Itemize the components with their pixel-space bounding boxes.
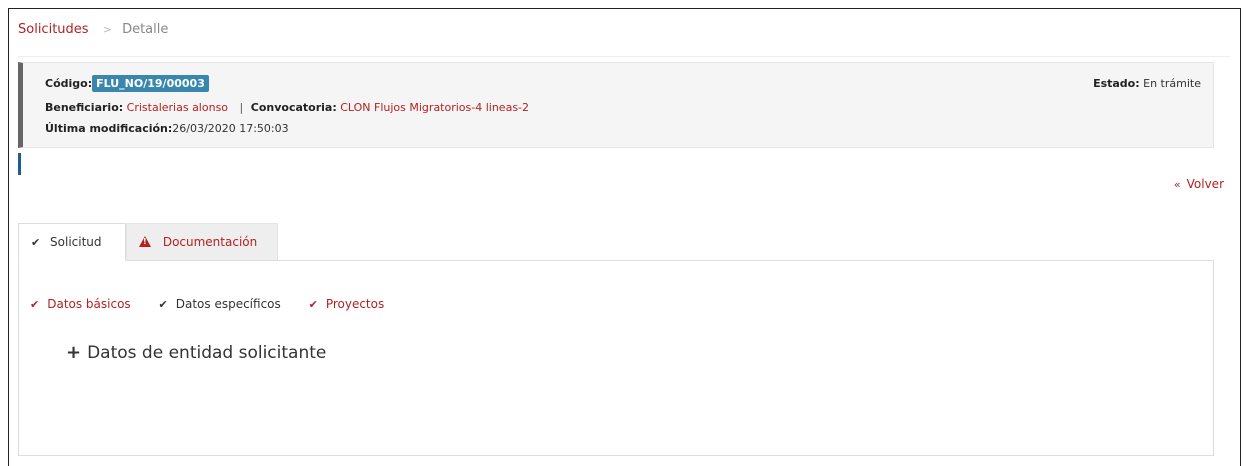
subnav-item-label: Proyectos bbox=[325, 297, 385, 311]
breadcrumb-current: Detalle bbox=[122, 22, 169, 37]
beneficiario-label: Beneficiario: bbox=[45, 101, 124, 114]
section-title: Datos de entidad solicitante bbox=[87, 343, 327, 363]
check-icon: ✔ bbox=[31, 236, 41, 249]
check-icon: ✔ bbox=[30, 298, 40, 311]
check-icon: ✔ bbox=[308, 298, 318, 311]
modificacion-label: Última modificación: bbox=[45, 122, 173, 135]
plus-icon: + bbox=[66, 342, 82, 363]
breadcrumb-separator: > bbox=[102, 23, 112, 36]
field-separator: | bbox=[239, 101, 244, 114]
volver-link[interactable]: « Volver bbox=[1174, 177, 1224, 191]
request-summary-panel: Código: FLU_NO/19/00003 Estado: En trámit… bbox=[18, 62, 1214, 148]
section-subnav: ✔ Datos básicos ✔ Datos específicos ✔ Proye… bbox=[30, 297, 408, 311]
subnav-datos-especificos[interactable]: ✔ Datos específicos bbox=[159, 297, 281, 311]
estado-status: Estado: En trámite bbox=[1093, 77, 1201, 90]
tab-solicitud-label: Solicitud bbox=[50, 235, 102, 249]
breadcrumb-divider bbox=[18, 56, 1230, 57]
beneficiario-link[interactable]: Cristalerias alonso bbox=[127, 101, 228, 114]
subnav-proyectos[interactable]: ✔ Proyectos bbox=[309, 297, 385, 311]
convocatoria-label: Convocatoria: bbox=[250, 101, 337, 114]
estado-value: En trámite bbox=[1143, 77, 1201, 90]
codigo-badge: FLU_NO/19/00003 bbox=[92, 75, 209, 92]
modificacion-row: Última modificación:26/03/2020 17:50:03 bbox=[45, 122, 289, 135]
warning-icon bbox=[139, 236, 151, 247]
breadcrumb-solicitudes-link[interactable]: Solicitudes bbox=[18, 22, 89, 37]
convocatoria-link[interactable]: CLON Flujos Migratorios-4 lineas-2 bbox=[340, 101, 529, 114]
codigo-label: Código: bbox=[45, 77, 93, 90]
entity-section-toggle[interactable]: + Datos de entidad solicitante bbox=[66, 342, 326, 363]
tab-solicitud[interactable]: ✔ Solicitud bbox=[18, 223, 126, 261]
beneficiario-row: Beneficiario: Cristalerias alonso | Conv… bbox=[45, 101, 529, 114]
check-icon: ✔ bbox=[158, 298, 168, 311]
modificacion-value: 26/03/2020 17:50:03 bbox=[172, 122, 289, 135]
tab-documentacion[interactable]: Documentación bbox=[126, 223, 278, 261]
subnav-item-label: Datos básicos bbox=[47, 297, 131, 311]
tab-documentacion-label: Documentación bbox=[162, 235, 258, 249]
subnav-item-label: Datos específicos bbox=[175, 297, 281, 311]
codigo-row: Código: FLU_NO/19/00003 bbox=[45, 75, 209, 92]
volver-label: Volver bbox=[1186, 177, 1224, 191]
subnav-datos-basicos[interactable]: ✔ Datos básicos bbox=[30, 297, 131, 311]
estado-label: Estado: bbox=[1093, 77, 1140, 90]
breadcrumb: Solicitudes > Detalle bbox=[18, 22, 168, 37]
double-chevron-left-icon: « bbox=[1173, 178, 1181, 191]
accent-bar bbox=[18, 153, 21, 175]
